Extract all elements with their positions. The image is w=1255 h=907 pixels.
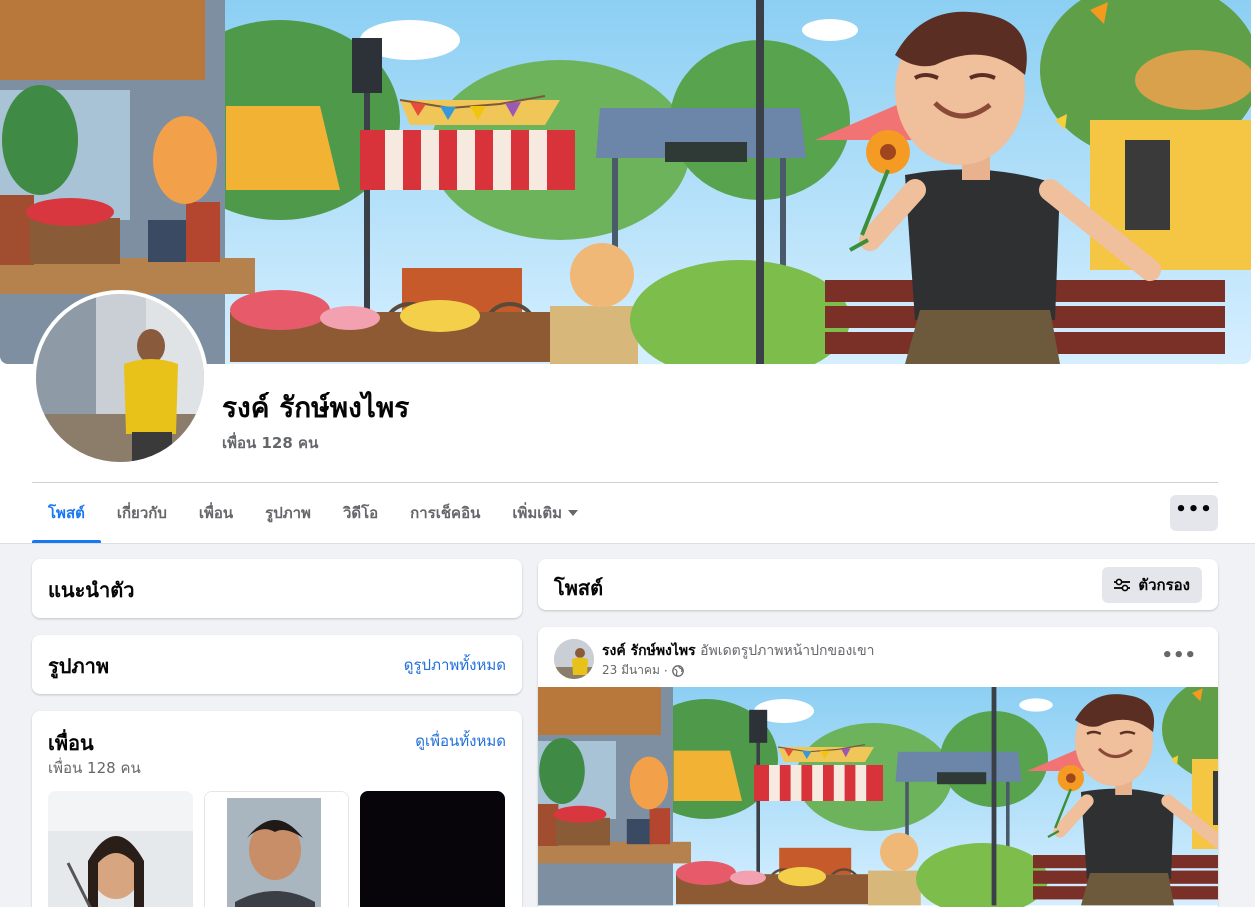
- profile-header: รงค์ รักษ์พงไพร เพื่อน 128 คน โพสต์ เกี่…: [0, 0, 1255, 544]
- caret-down-icon: [568, 510, 579, 516]
- friend-photo[interactable]: [360, 791, 505, 907]
- posts-header-card: โพสต์ ตัวกรอง: [538, 559, 1218, 610]
- see-all-photos-link[interactable]: ดูรูปภาพทั้งหมด: [404, 653, 506, 677]
- post-date[interactable]: 23 มีนาคม: [602, 661, 660, 680]
- post-meta: 23 มีนาคม ·: [602, 661, 684, 680]
- friends-title: เพื่อน: [48, 731, 94, 755]
- tab-posts[interactable]: โพสต์: [32, 483, 101, 543]
- friend-photo[interactable]: [204, 791, 349, 907]
- tab-more-label: เพิ่มเติม: [512, 504, 563, 522]
- tab-posts-label: โพสต์: [48, 504, 85, 522]
- tab-about-label: เกี่ยวกับ: [116, 504, 167, 522]
- filter-button[interactable]: ตัวกรอง: [1102, 567, 1202, 603]
- post-author-avatar[interactable]: [554, 639, 594, 679]
- tab-photos-label: รูปภาพ: [265, 504, 311, 522]
- post-header-text: รงค์ รักษ์พงไพร อัพเดตรูปภาพหน้าปกของเขา: [602, 640, 875, 662]
- see-all-friends-link[interactable]: ดูเพื่อนทั้งหมด: [415, 729, 506, 753]
- tab-friends-label: เพื่อน: [198, 504, 234, 522]
- post-action-text: อัพเดตรูปภาพหน้าปกของเขา: [700, 643, 875, 659]
- tab-videos[interactable]: วิดีโอ: [327, 483, 394, 543]
- profile-tabs: โพสต์ เกี่ยวกับ เพื่อน รูปภาพ วิดีโอ การ…: [32, 483, 594, 543]
- profile-name: รงค์ รักษ์พงไพร: [222, 391, 410, 424]
- profile-picture[interactable]: [32, 290, 208, 466]
- globe-icon: [671, 664, 684, 677]
- post-card: รงค์ รักษ์พงไพร อัพเดตรูปภาพหน้าปกของเขา…: [538, 627, 1218, 907]
- post-image[interactable]: [538, 687, 1218, 907]
- friend-photo[interactable]: [48, 791, 193, 907]
- intro-card: แนะนำตัว: [32, 559, 522, 618]
- filter-label: ตัวกรอง: [1138, 576, 1190, 594]
- post-author-name[interactable]: รงค์ รักษ์พงไพร: [602, 643, 696, 659]
- header-bottom-border: [0, 543, 1255, 544]
- post-options-button[interactable]: •••: [1161, 645, 1196, 666]
- tab-checkins[interactable]: การเช็คอิน: [394, 483, 496, 543]
- friends-card: เพื่อน ดูเพื่อนทั้งหมด เพื่อน 128 คน: [32, 711, 522, 907]
- meta-separator: ·: [663, 663, 668, 678]
- profile-more-button[interactable]: •••: [1170, 495, 1218, 531]
- photos-title: รูปภาพ: [48, 654, 110, 678]
- sliders-icon: [1114, 578, 1131, 592]
- friend-count[interactable]: เพื่อน 128 คน: [222, 431, 318, 455]
- cover-photo[interactable]: [0, 0, 1251, 364]
- photos-card: รูปภาพ ดูรูปภาพทั้งหมด: [32, 635, 522, 694]
- avatar: [36, 294, 204, 462]
- more-horizontal-icon: •••: [1161, 645, 1196, 666]
- tab-about[interactable]: เกี่ยวกับ: [101, 483, 183, 543]
- intro-title: แนะนำตัว: [48, 578, 135, 602]
- tab-more[interactable]: เพิ่มเติม: [496, 483, 594, 543]
- friends-subtitle: เพื่อน 128 คน: [48, 759, 141, 777]
- tab-videos-label: วิดีโอ: [342, 504, 379, 522]
- more-horizontal-icon: •••: [1175, 499, 1213, 520]
- tab-photos[interactable]: รูปภาพ: [249, 483, 327, 543]
- posts-title: โพสต์: [554, 576, 604, 600]
- tab-checkins-label: การเช็คอิน: [410, 504, 481, 522]
- tab-friends[interactable]: เพื่อน: [183, 483, 249, 543]
